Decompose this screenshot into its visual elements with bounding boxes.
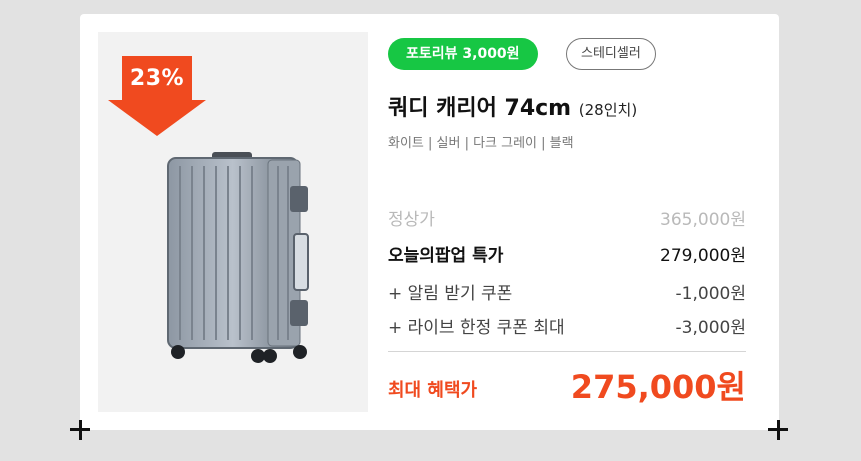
sale-price-value: 279,000원 xyxy=(660,246,746,266)
discount-rate: 23% xyxy=(129,66,185,91)
product-size: (28인치) xyxy=(578,101,638,119)
original-price-value: 365,000원 xyxy=(660,210,746,230)
product-name: 쿼디 캐리어 74cm xyxy=(388,96,572,121)
sale-price-label: 오늘의팝업 특가 xyxy=(388,246,504,266)
plus-icon[interactable] xyxy=(766,418,790,442)
final-price-value: 275,000원 xyxy=(570,368,746,406)
alarm-coupon-value: -1,000원 xyxy=(675,284,746,304)
price-divider xyxy=(388,351,746,352)
steady-seller-badge: 스테디셀러 xyxy=(566,38,656,70)
plus-icon[interactable] xyxy=(68,418,92,442)
live-coupon-value: -3,000원 xyxy=(675,318,746,338)
alarm-coupon-label: + 알림 받기 쿠폰 xyxy=(388,284,513,304)
suitcase-image xyxy=(167,152,309,363)
sale-price-row: 오늘의팝업 특가 279,000원 xyxy=(388,241,746,266)
product-title[interactable]: 쿼디 캐리어 74cm (28인치) xyxy=(388,90,637,122)
live-coupon-label: + 라이브 한정 쿠폰 최대 xyxy=(388,318,565,338)
live-coupon-row: + 라이브 한정 쿠폰 최대 -3,000원 xyxy=(388,313,746,338)
photo-review-badge: 포토리뷰 3,000원 xyxy=(388,38,538,70)
original-price-row: 정상가 365,000원 xyxy=(388,205,746,230)
final-price-label: 최대 혜택가 xyxy=(388,380,478,401)
alarm-coupon-row: + 알림 받기 쿠폰 -1,000원 xyxy=(388,279,746,304)
color-options: 화이트 | 실버 | 다크 그레이 | 블랙 xyxy=(388,136,574,151)
original-price-label: 정상가 xyxy=(388,210,435,230)
